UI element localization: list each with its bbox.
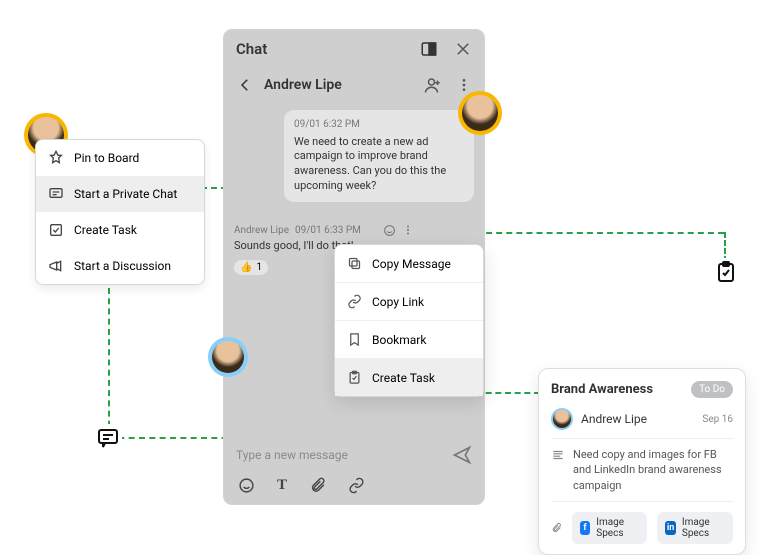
message-context-menu: Copy Message Copy Link Bookmark Create T… (334, 244, 484, 397)
compose-input[interactable]: Type a new message (236, 448, 452, 462)
kebab-icon[interactable] (456, 77, 472, 93)
chat-header: Andrew Lipe (224, 68, 484, 102)
facebook-icon: f (580, 521, 590, 535)
ctx-create-task[interactable]: Create Task (335, 358, 483, 396)
chat-icon (48, 186, 64, 202)
chat-bubble-icon (94, 424, 122, 452)
reaction-chip[interactable]: 👍 1 (234, 260, 268, 275)
chat-title: Chat (236, 40, 267, 58)
message-incoming[interactable]: 09/01 6:32 PM We need to create a new ad… (284, 110, 474, 202)
task-description: Need copy and images for FB and LinkedIn… (573, 447, 733, 493)
paperclip-icon (551, 521, 562, 535)
chat-contact-name: Andrew Lipe (264, 77, 342, 93)
kebab-icon[interactable] (402, 224, 414, 236)
ctx-label: Create Task (372, 371, 435, 385)
avatar (458, 91, 502, 135)
megaphone-icon (48, 258, 64, 274)
menu-label: Pin to Board (74, 151, 139, 165)
format-icon[interactable]: T (277, 477, 287, 494)
add-user-icon[interactable] (424, 76, 442, 94)
ctx-label: Bookmark (372, 333, 426, 347)
panel-toggle-icon[interactable] (420, 40, 438, 58)
task-status-badge[interactable]: To Do (691, 381, 733, 398)
menu-label: Create Task (74, 223, 137, 237)
message-author: Andrew Lipe (234, 225, 289, 236)
menu-item-pin[interactable]: Pin to Board (36, 140, 204, 176)
compose-bar: Type a new message T (224, 433, 484, 504)
menu-label: Start a Private Chat (74, 187, 177, 201)
chat-titlebar: Chat (224, 30, 484, 68)
bookmark-icon (347, 332, 362, 347)
clipboard-check-icon (712, 258, 740, 286)
copy-icon (347, 256, 362, 271)
message-timestamp: 09/01 6:33 PM (295, 225, 361, 236)
menu-item-discussion[interactable]: Start a Discussion (36, 248, 204, 284)
message-text: We need to create a new ad campaign to i… (294, 135, 464, 194)
link-icon[interactable] (348, 477, 365, 494)
task-icon (48, 222, 64, 238)
paperclip-icon[interactable] (309, 477, 326, 494)
chip-label: Image Specs (682, 517, 725, 539)
reaction-count: 1 (256, 262, 262, 273)
close-icon[interactable] (454, 40, 472, 58)
description-icon (551, 448, 565, 462)
send-icon[interactable] (452, 445, 472, 465)
ctx-label: Copy Message (372, 257, 451, 271)
pin-menu: Pin to Board Start a Private Chat Create… (35, 139, 205, 285)
attachment-chip-linkedin[interactable]: in Image Specs (657, 512, 733, 544)
ctx-copy-link[interactable]: Copy Link (335, 282, 483, 320)
link-icon (347, 294, 362, 309)
reaction-emoji: 👍 (240, 262, 252, 273)
message-timestamp: 09/01 6:32 PM (294, 118, 464, 132)
smile-icon[interactable] (238, 477, 255, 494)
chip-label: Image Specs (596, 517, 639, 539)
menu-item-private-chat[interactable]: Start a Private Chat (36, 176, 204, 212)
menu-item-create-task[interactable]: Create Task (36, 212, 204, 248)
smile-icon[interactable] (383, 224, 396, 237)
back-icon[interactable] (236, 76, 254, 94)
attachment-chip-fb[interactable]: f Image Specs (572, 512, 648, 544)
task-assignee: Andrew Lipe (581, 412, 647, 426)
ctx-bookmark[interactable]: Bookmark (335, 320, 483, 358)
task-card: Brand Awareness To Do Andrew Lipe Sep 16… (538, 368, 746, 555)
ctx-label: Copy Link (372, 295, 424, 309)
linkedin-icon: in (665, 521, 675, 535)
avatar (208, 337, 248, 377)
menu-label: Start a Discussion (74, 259, 171, 273)
ctx-copy-message[interactable]: Copy Message (335, 245, 483, 282)
avatar (551, 408, 573, 430)
pin-icon (48, 150, 64, 166)
task-icon (347, 370, 362, 385)
task-due-date: Sep 16 (702, 414, 733, 425)
task-title: Brand Awareness (551, 382, 653, 397)
